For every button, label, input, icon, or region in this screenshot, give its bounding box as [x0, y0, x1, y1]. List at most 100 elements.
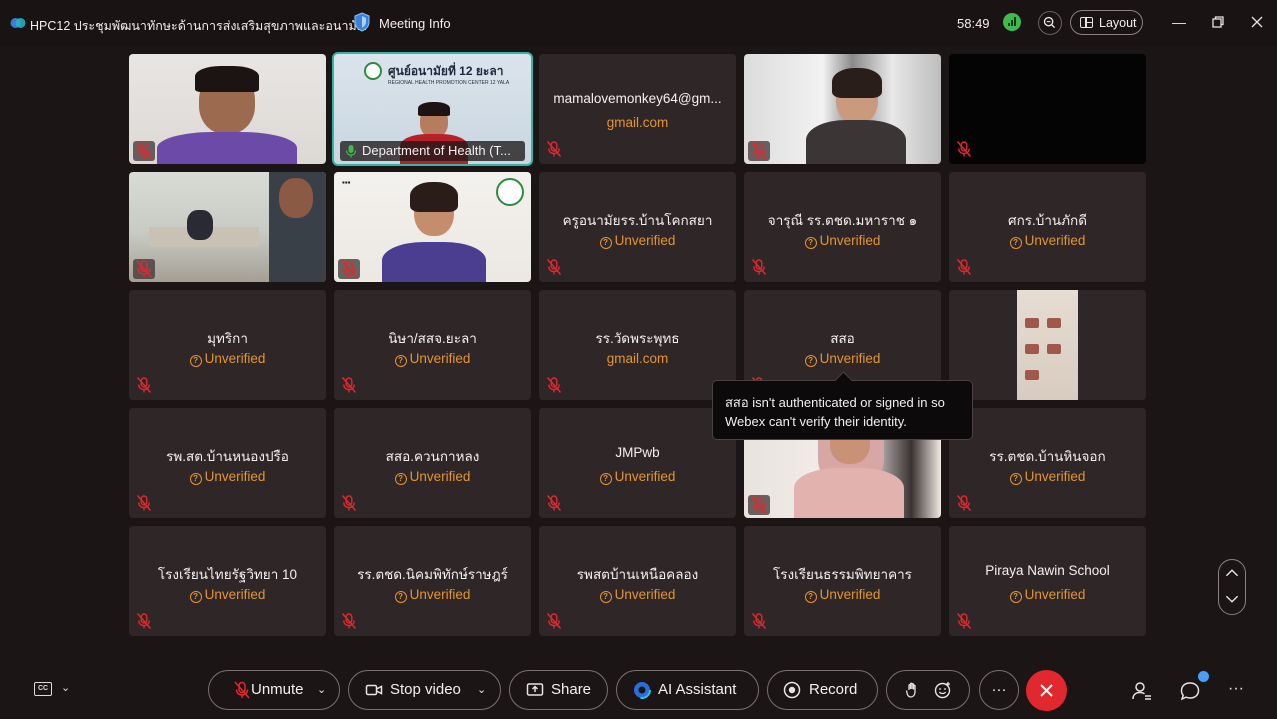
- mic-muted-icon: [748, 495, 770, 515]
- zoom-icon[interactable]: [1038, 11, 1062, 35]
- unverified-badge[interactable]: ? Unverified: [949, 233, 1146, 249]
- stop-video-label: Stop video: [390, 681, 461, 698]
- question-icon: ?: [1009, 591, 1022, 603]
- unverified-badge[interactable]: ? Unverified: [334, 469, 531, 485]
- unverified-badge[interactable]: ? Unverified: [334, 351, 531, 367]
- participant-tile[interactable]: โรงเรียนไทยรัฐวิทยา 10 ? Unverified: [129, 526, 326, 636]
- participant-domain: gmail.com: [539, 115, 736, 130]
- unverified-badge[interactable]: ? Unverified: [949, 587, 1146, 603]
- mic-muted-icon: [135, 612, 153, 630]
- participant-tile[interactable]: [949, 54, 1146, 164]
- participant-tile[interactable]: จารุณี รร.ตชด.มหาราช ๑? Unverified: [744, 172, 941, 282]
- participant-name: โรงเรียนธรรมพิทยาคาร: [773, 567, 912, 582]
- shield-icon[interactable]: [353, 12, 371, 32]
- unverified-badge[interactable]: ? Unverified: [539, 233, 736, 249]
- layout-grid-icon: [1080, 17, 1093, 28]
- unverified-tooltip: สสอ isn't authenticated or signed in so …: [712, 380, 973, 440]
- minimize-icon[interactable]: —: [1169, 12, 1189, 32]
- question-icon: ?: [394, 591, 407, 603]
- unverified-label: Unverified: [1024, 469, 1086, 484]
- chevron-down-icon[interactable]: ⌄: [317, 671, 326, 709]
- mic-muted-icon: [135, 494, 153, 512]
- unverified-badge[interactable]: ? Unverified: [539, 469, 736, 485]
- unverified-badge[interactable]: ? Unverified: [949, 469, 1146, 485]
- video-tile[interactable]: [129, 54, 326, 164]
- participant-name: นิษา/สสจ.ยะลา: [388, 331, 477, 346]
- meeting-info-link[interactable]: Meeting Info: [379, 16, 451, 31]
- chat-icon[interactable]: [1178, 679, 1202, 703]
- participant-tile[interactable]: รร.วัดพระพุทธ gmail.com: [539, 290, 736, 400]
- mic-muted-icon: [135, 376, 153, 394]
- unverified-badge[interactable]: ? Unverified: [129, 587, 326, 603]
- grid-pager: [1218, 559, 1246, 615]
- more-options-button[interactable]: ···: [979, 670, 1019, 710]
- record-button[interactable]: Record: [767, 670, 878, 710]
- video-tile[interactable]: ▪▪▪: [334, 172, 531, 282]
- unverified-label: Unverified: [819, 351, 881, 366]
- unverified-label: Unverified: [614, 233, 676, 248]
- raise-hand-icon[interactable]: [904, 681, 922, 699]
- chevron-up-icon[interactable]: [1219, 560, 1245, 588]
- participants-icon[interactable]: [1130, 679, 1154, 703]
- participant-tile[interactable]: รพสตบ้านเหนือคลอง? Unverified: [539, 526, 736, 636]
- chevron-down-icon[interactable]: ⌄: [61, 681, 70, 694]
- participant-tile[interactable]: รร.ตชด.นิคมพิทักษ์ราษฎร์ ? Unverified: [334, 526, 531, 636]
- participant-tile[interactable]: รร.ตชด.บ้านหินจอก? Unverified: [949, 408, 1146, 518]
- participant-tile[interactable]: Piraya Nawin School? Unverified: [949, 526, 1146, 636]
- unverified-label: Unverified: [409, 351, 471, 366]
- stop-video-button[interactable]: Stop video ⌄: [348, 670, 501, 710]
- close-window-icon[interactable]: [1247, 12, 1267, 32]
- emoji-reaction-icon[interactable]: [934, 681, 952, 699]
- layout-label: Layout: [1099, 16, 1137, 30]
- unverified-badge[interactable]: ? Unverified: [129, 351, 326, 367]
- participant-tile[interactable]: มุทริกา? Unverified: [129, 290, 326, 400]
- participant-tile[interactable]: JMPwb ? Unverified: [539, 408, 736, 518]
- chevron-down-icon[interactable]: [1219, 586, 1245, 614]
- participant-tile[interactable]: mamalovemonkey64@gm... gmail.com: [539, 54, 736, 164]
- mic-muted-icon: [133, 259, 155, 279]
- video-tile[interactable]: ศูนย์อนามัยที่ 12 ยะลา REGIONAL HEALTH PR…: [332, 52, 533, 166]
- participant-domain: gmail.com: [539, 351, 736, 366]
- participant-name: รพ.สต.บ้านหนองปรือ: [166, 449, 289, 464]
- participant-tile[interactable]: ครูอนามัยรร.บ้านโคกสยา? Unverified: [539, 172, 736, 282]
- ai-assistant-button[interactable]: AI Assistant: [616, 670, 759, 710]
- more-icon[interactable]: ···: [1228, 679, 1252, 703]
- unverified-badge[interactable]: ? Unverified: [129, 469, 326, 485]
- participant-name: โรงเรียนไทยรัฐวิทยา 10: [157, 567, 298, 582]
- video-tile[interactable]: [744, 54, 941, 164]
- closed-captions-icon[interactable]: CC: [34, 682, 52, 696]
- question-icon: ?: [599, 237, 612, 249]
- unverified-label: Unverified: [204, 351, 266, 366]
- mic-muted-icon: [234, 681, 250, 699]
- participant-tile[interactable]: โรงเรียนธรรมพิทยาคาร ? Unverified: [744, 526, 941, 636]
- participant-name: รร.วัดพระพุทธ: [595, 331, 680, 346]
- network-signal-icon[interactable]: [1003, 13, 1021, 31]
- mic-muted-icon: [340, 494, 358, 512]
- meeting-timer: 58:49: [957, 16, 990, 31]
- participant-tile[interactable]: นิษา/สสจ.ยะลา ? Unverified: [334, 290, 531, 400]
- video-tile[interactable]: [949, 290, 1146, 400]
- share-button[interactable]: Share: [509, 670, 608, 710]
- unverified-badge[interactable]: ? Unverified: [744, 587, 941, 603]
- leave-meeting-button[interactable]: [1026, 670, 1067, 711]
- participant-tile[interactable]: สสอ.ควนกาหลง? Unverified: [334, 408, 531, 518]
- participant-tile[interactable]: ศกร.บ้านภักดี? Unverified: [949, 172, 1146, 282]
- mic-muted-icon: [545, 140, 563, 158]
- participant-name: JMPwb: [615, 445, 660, 460]
- video-tile[interactable]: [129, 172, 326, 282]
- layout-button[interactable]: Layout: [1070, 10, 1143, 35]
- unverified-badge[interactable]: ? Unverified: [334, 587, 531, 603]
- mic-muted-icon: [748, 141, 770, 161]
- question-icon: ?: [1009, 473, 1022, 485]
- participant-tile[interactable]: รพ.สต.บ้านหนองปรือ ? Unverified: [129, 408, 326, 518]
- record-icon: [783, 681, 801, 699]
- mic-muted-icon: [545, 612, 563, 630]
- unverified-badge[interactable]: ? Unverified: [539, 587, 736, 603]
- mic-muted-icon: [955, 258, 973, 276]
- participant-name: รร.ตชด.นิคมพิทักษ์ราษฎร์: [357, 567, 508, 582]
- unverified-badge[interactable]: ? Unverified: [744, 351, 941, 367]
- chevron-down-icon[interactable]: ⌄: [477, 671, 486, 709]
- restore-icon[interactable]: [1208, 12, 1228, 32]
- unmute-button[interactable]: Unmute ⌄: [208, 670, 340, 710]
- unverified-badge[interactable]: ? Unverified: [744, 233, 941, 249]
